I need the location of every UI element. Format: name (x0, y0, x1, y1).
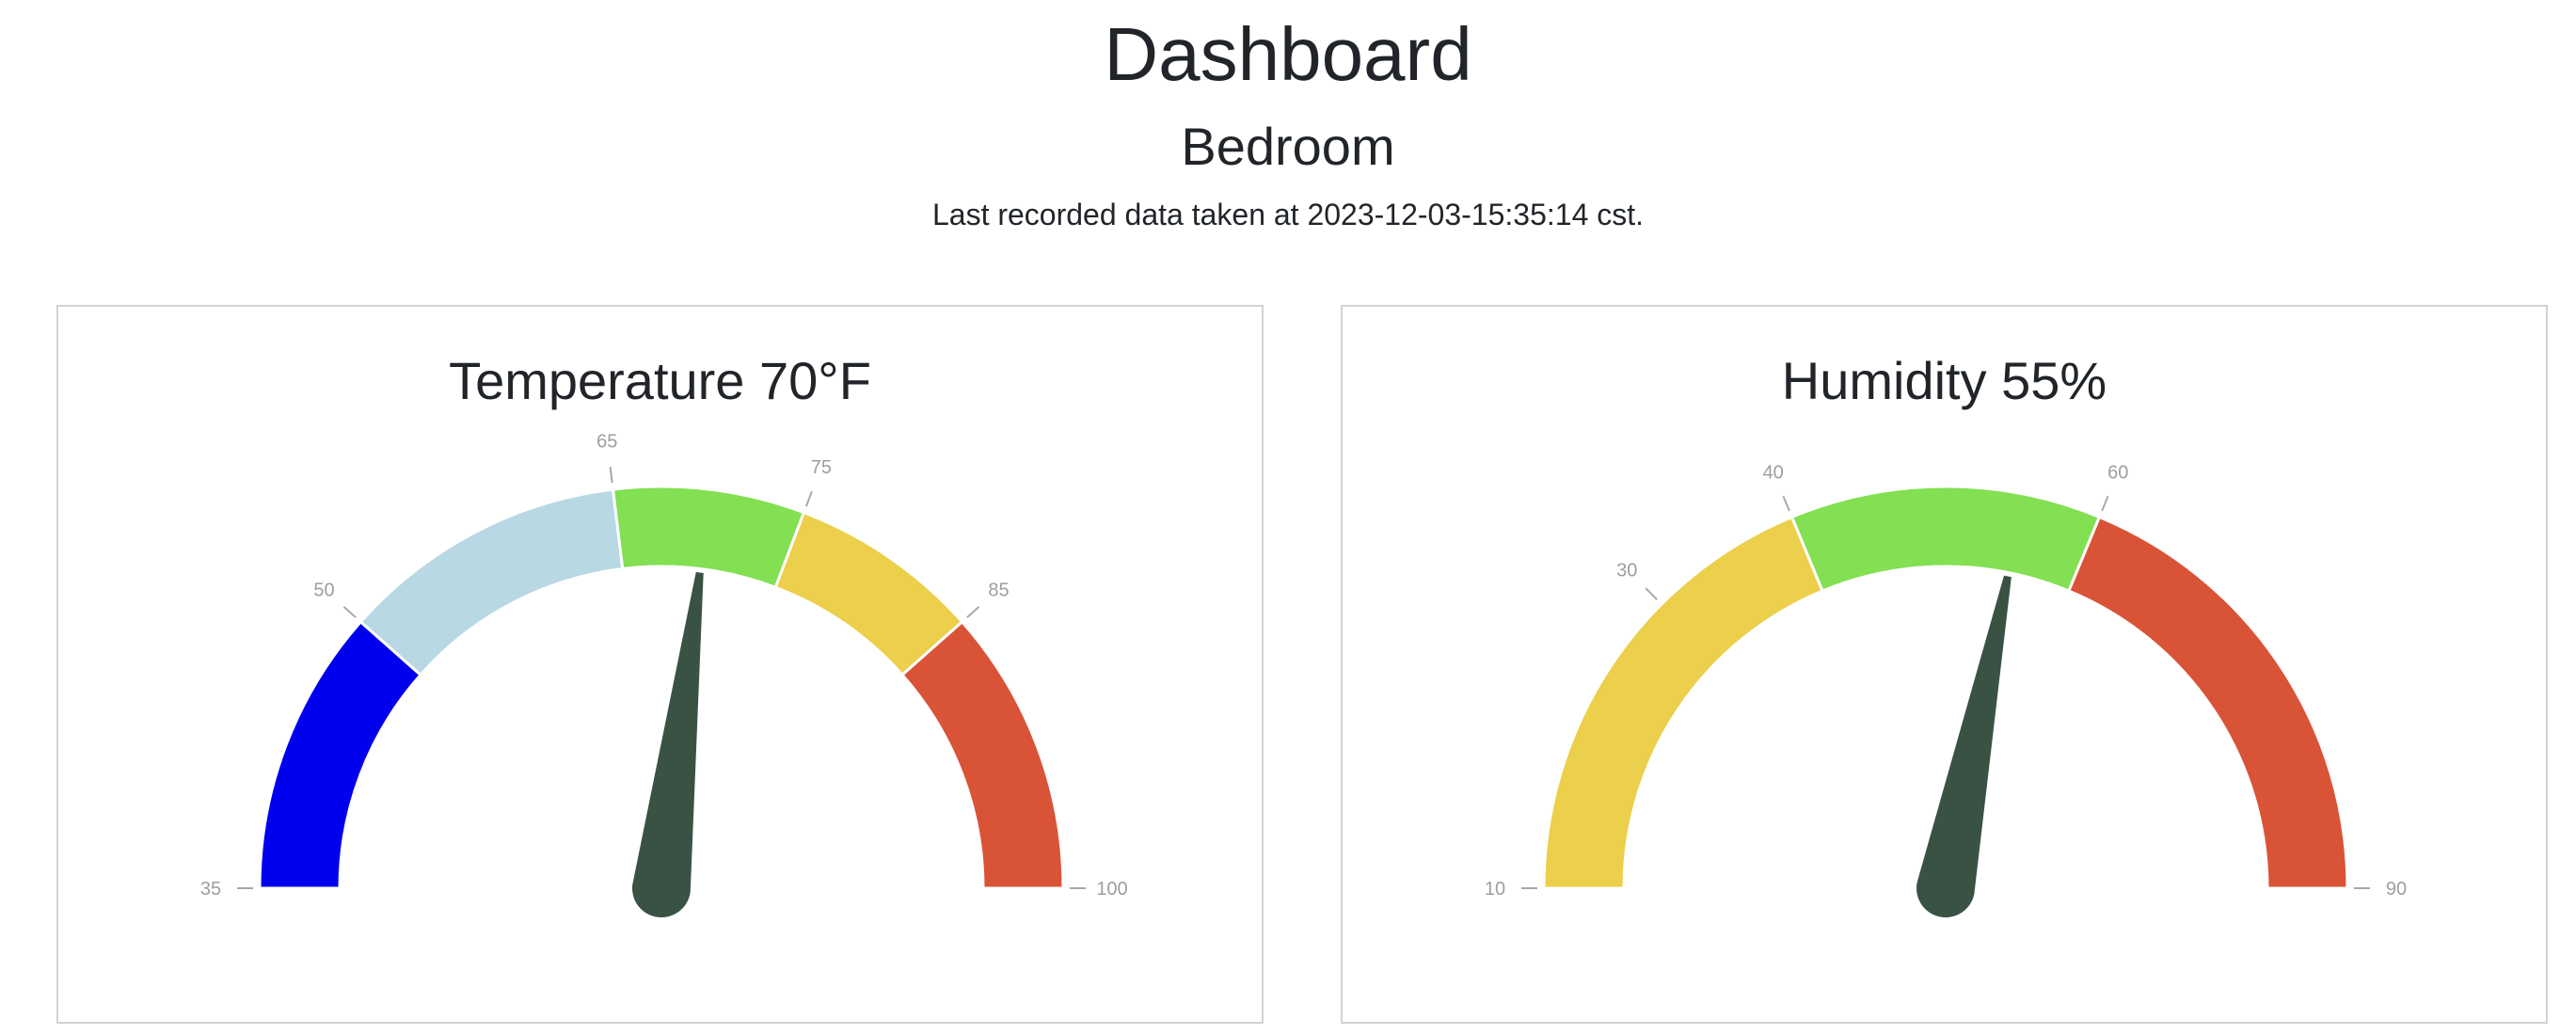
temperature-gauge-tick-label-2: 65 (596, 431, 617, 452)
temperature-gauge-tick-label-0: 35 (200, 879, 221, 900)
temperature-gauge-tick-1 (342, 606, 357, 618)
humidity-gauge-segment-0 (1542, 515, 1825, 890)
temperature-gauge-tick-label-5: 100 (1096, 879, 1127, 900)
humidity-gauge-segment-1 (1789, 485, 2102, 593)
temperature-gauge-tick-label-3: 75 (811, 457, 832, 478)
temperature-gauge-segment-2 (611, 485, 806, 590)
humidity-gauge-tick-label-0: 10 (1485, 879, 1505, 900)
humidity-gauge-tick-label-1: 30 (1616, 560, 1637, 581)
humidity-gauge-segment-2 (2066, 515, 2349, 890)
last-recorded-text: Last recorded data taken at 2023-12-03-1… (931, 198, 1645, 231)
humidity-card: Humidity 55% 10 30 40 60 90 (1341, 305, 2548, 1024)
temperature-gauge-tick-4 (966, 606, 980, 618)
temperature-gauge-tick-3 (804, 490, 813, 507)
humidity-gauge-tick-3 (2101, 495, 2109, 512)
page-title: Dashboard (1104, 12, 1472, 96)
humidity-gauge-needle (1916, 575, 2012, 917)
humidity-gauge-tick-label-3: 60 (2107, 462, 2128, 483)
temperature-gauge-tick-2 (609, 467, 613, 484)
temperature-gauge: 35 50 65 75 85 100 (200, 431, 1128, 918)
temperature-gauge-segment-4 (899, 619, 1065, 890)
humidity-gauge-tick-1 (1645, 587, 1658, 600)
humidity-gauge-tick-2 (1782, 495, 1790, 512)
temperature-card: Temperature 70°F 35 50 65 75 85 100 (56, 305, 1264, 1024)
room-title: Bedroom (1181, 117, 1395, 176)
temperature-gauge-segment-0 (258, 619, 423, 890)
humidity-gauge-tick-label-4: 90 (2386, 879, 2407, 900)
temperature-gauge-needle (631, 571, 704, 918)
temperature-gauge-segment-1 (358, 487, 625, 677)
humidity-gauge-tick-label-2: 40 (1763, 462, 1784, 483)
humidity-gauge: 10 30 40 60 90 (1485, 462, 2407, 917)
temperature-gauge-tick-label-4: 85 (988, 580, 1009, 600)
temperature-gauge-tick-label-1: 50 (313, 580, 334, 600)
